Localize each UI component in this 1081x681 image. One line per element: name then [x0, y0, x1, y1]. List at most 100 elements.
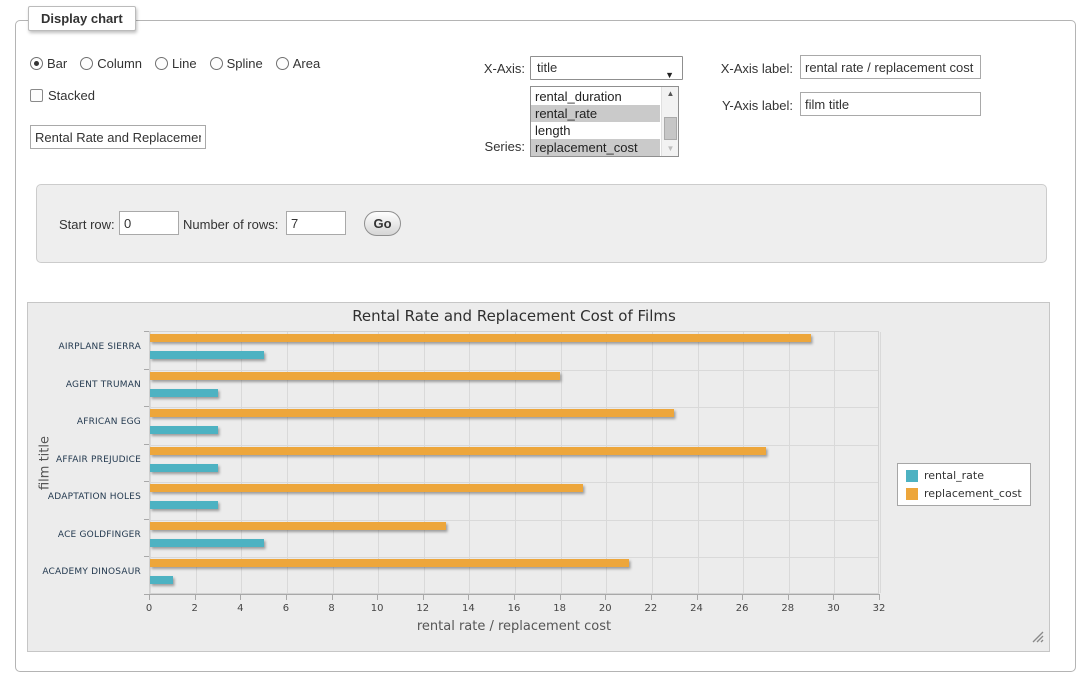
series-list-label: Series: — [440, 139, 525, 154]
bar-replacement_cost[interactable] — [150, 522, 446, 530]
y-tick-mark — [144, 369, 149, 370]
bar-replacement_cost[interactable] — [150, 559, 629, 567]
gridline-horizontal — [150, 445, 878, 446]
chevron-down-icon: ▼ — [665, 64, 674, 86]
x-axis-select[interactable]: title ▼ — [530, 56, 683, 80]
gridline-vertical — [743, 332, 744, 593]
x-tick-mark — [149, 595, 150, 600]
gridline-vertical — [606, 332, 607, 593]
bar-rental_rate[interactable] — [150, 426, 218, 434]
page: Display chart Bar Column Line Spline Area St… — [0, 0, 1081, 681]
scrollbar-thumb[interactable] — [664, 117, 677, 140]
y-tick-mark — [144, 519, 149, 520]
x-tick-mark — [651, 595, 652, 600]
bar-replacement_cost[interactable] — [150, 334, 811, 342]
start-row-label: Start row: — [59, 217, 115, 232]
bar-rental_rate[interactable] — [150, 351, 264, 359]
gridline-horizontal — [150, 407, 878, 408]
chart-legend: rental_rate replacement_cost — [897, 463, 1031, 506]
radio-column[interactable]: Column — [80, 56, 142, 71]
x-tick-mark — [240, 595, 241, 600]
x-axis-title: rental rate / replacement cost — [149, 619, 879, 634]
radio-icon[interactable] — [30, 57, 43, 70]
series-multiselect[interactable]: ▲ ▼ rental_durationrental_ratelengthrepl… — [530, 86, 679, 157]
bar-rental_rate[interactable] — [150, 389, 218, 397]
scroll-up-icon[interactable]: ▲ — [662, 87, 679, 101]
bar-replacement_cost[interactable] — [150, 372, 560, 380]
number-of-rows-label: Number of rows: — [183, 217, 278, 232]
y-axis-label-input[interactable] — [800, 92, 981, 116]
radio-icon[interactable] — [210, 57, 223, 70]
fieldset-legend: Display chart — [28, 6, 136, 31]
y-axis-label-caption: Y-Axis label: — [704, 98, 793, 113]
x-tick-label: 24 — [682, 603, 712, 614]
bar-replacement_cost[interactable] — [150, 447, 766, 455]
x-tick-label: 28 — [773, 603, 803, 614]
radio-spline[interactable]: Spline — [210, 56, 263, 71]
radio-bar[interactable]: Bar — [30, 56, 67, 71]
x-tick-mark — [879, 595, 880, 600]
x-tick-label: 0 — [134, 603, 164, 614]
legend-item-rental_rate[interactable]: rental_rate — [906, 469, 1022, 482]
number-of-rows-input[interactable] — [286, 211, 346, 235]
start-row-input[interactable] — [119, 211, 179, 235]
y-tick-mark — [144, 331, 149, 332]
category-label: ACE GOLDFINGER — [28, 530, 141, 541]
series-option-length[interactable]: length — [531, 122, 660, 139]
bar-rental_rate[interactable] — [150, 464, 218, 472]
chart-type-radiogroup: Bar Column Line Spline Area — [30, 56, 320, 71]
x-axis-label-caption: X-Axis label: — [704, 61, 793, 76]
radio-icon[interactable] — [276, 57, 289, 70]
x-tick-mark — [468, 595, 469, 600]
series-scrollbar[interactable]: ▲ ▼ — [661, 87, 678, 156]
legend-label: rental_rate — [924, 469, 984, 482]
scroll-down-icon[interactable]: ▼ — [662, 142, 679, 156]
chart-container: Rental Rate and Replacement Cost of Film… — [27, 302, 1050, 652]
x-tick-mark — [605, 595, 606, 600]
gridline-vertical — [834, 332, 835, 593]
x-tick-label: 30 — [818, 603, 848, 614]
chart-title-input[interactable] — [30, 125, 206, 149]
bar-rental_rate[interactable] — [150, 576, 173, 584]
series-option-replacement_cost[interactable]: replacement_cost — [531, 139, 660, 156]
y-tick-mark — [144, 594, 149, 595]
bar-rental_rate[interactable] — [150, 501, 218, 509]
x-tick-mark — [195, 595, 196, 600]
x-tick-label: 32 — [864, 603, 894, 614]
bar-rental_rate[interactable] — [150, 539, 264, 547]
radio-area[interactable]: Area — [276, 56, 320, 71]
x-axis-select-label: X-Axis: — [440, 61, 525, 76]
gridline-vertical — [789, 332, 790, 593]
x-tick-label: 6 — [271, 603, 301, 614]
y-tick-mark — [144, 406, 149, 407]
radio-icon[interactable] — [155, 57, 168, 70]
gridline-vertical — [561, 332, 562, 593]
x-tick-mark — [833, 595, 834, 600]
bar-replacement_cost[interactable] — [150, 409, 674, 417]
x-axis-label-input[interactable] — [800, 55, 981, 79]
go-button[interactable]: Go — [364, 211, 401, 236]
stacked-checkbox[interactable] — [30, 89, 43, 102]
legend-item-replacement_cost[interactable]: replacement_cost — [906, 487, 1022, 500]
category-label: AIRPLANE SIERRA — [28, 342, 141, 353]
x-tick-mark — [377, 595, 378, 600]
bar-replacement_cost[interactable] — [150, 484, 583, 492]
gridline-vertical — [652, 332, 653, 593]
radio-label: Area — [293, 56, 320, 71]
radio-icon[interactable] — [80, 57, 93, 70]
radio-line[interactable]: Line — [155, 56, 197, 71]
gridline-vertical — [880, 332, 881, 593]
x-axis-selected-value: title — [537, 60, 557, 75]
radio-label: Column — [97, 56, 142, 71]
series-option-rental_duration[interactable]: rental_duration — [531, 88, 660, 105]
x-tick-mark — [286, 595, 287, 600]
x-tick-mark — [332, 595, 333, 600]
resize-handle-icon[interactable] — [1032, 631, 1044, 643]
stacked-checkbox-row[interactable]: Stacked — [30, 88, 95, 103]
x-tick-label: 16 — [499, 603, 529, 614]
x-tick-label: 10 — [362, 603, 392, 614]
x-tick-mark — [697, 595, 698, 600]
series-option-rental_rate[interactable]: rental_rate — [531, 105, 660, 122]
x-tick-mark — [423, 595, 424, 600]
plot-area — [149, 331, 879, 594]
